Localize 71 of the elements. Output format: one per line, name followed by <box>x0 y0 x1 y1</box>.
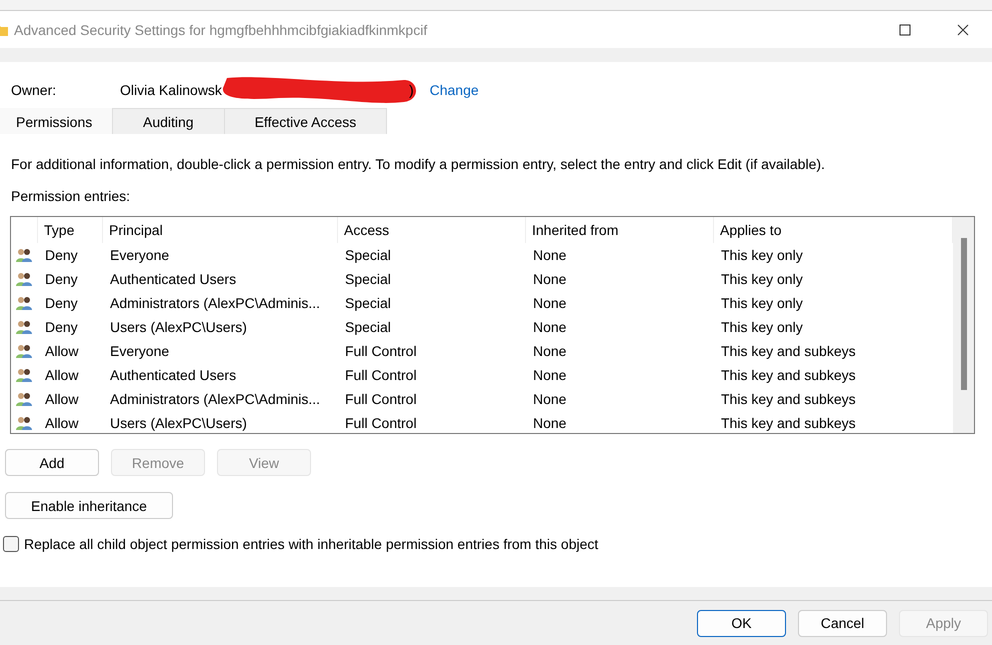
table-cell-text: Authenticated Users <box>109 271 238 287</box>
table-cell-text: Deny <box>44 271 79 287</box>
table-cell-text: Special <box>344 295 392 311</box>
users-icon <box>15 319 33 335</box>
table-cell-text: This key and subkeys <box>720 343 857 359</box>
owner-label: Owner: <box>11 82 58 98</box>
table-cell-text: Deny <box>44 247 79 263</box>
users-icon <box>15 343 33 359</box>
table-cell-text: This key only <box>720 247 804 263</box>
owner-name-end: ) <box>408 82 414 98</box>
entry-button[interactable]: Add <box>5 449 99 476</box>
column-header[interactable]: Type <box>38 217 103 243</box>
table-cell-text: None <box>532 415 568 431</box>
users-icon <box>15 391 33 407</box>
info-text: For additional information, double-click a permission entry. To modify a permission entry, select the entry and click Edit (if available). <box>11 156 826 172</box>
table-cell-text: This key and subkeys <box>720 367 857 383</box>
table-cell-text: Allow <box>44 415 80 431</box>
users-icon <box>15 415 33 431</box>
table-cell-text: Everyone <box>109 247 170 263</box>
column-header[interactable]: Access <box>338 217 526 243</box>
change-link[interactable]: Change <box>430 82 479 98</box>
table-cell-text: Deny <box>44 319 79 335</box>
table-cell-text: This key only <box>720 271 804 287</box>
checkbox-label: Replace all child object permission entries with inheritable permission entries from this object <box>24 536 598 552</box>
table-cell-text: Administrators (AlexPC\Adminis... <box>109 295 322 311</box>
users-icon <box>15 271 33 287</box>
table-cell-text: Allow <box>44 343 80 359</box>
table-cell-text: This key only <box>720 295 804 311</box>
table-cell-text: This key only <box>720 319 804 335</box>
table-cell-text: Administrators (AlexPC\Adminis... <box>109 391 322 407</box>
users-icon <box>15 247 33 263</box>
table-cell-text: Full Control <box>344 391 418 407</box>
table-cell-text: Authenticated Users <box>109 367 238 383</box>
users-icon <box>15 367 33 383</box>
table-cell-text: None <box>532 247 568 263</box>
dialog-button[interactable]: OK <box>697 610 786 636</box>
table-cell-text: Special <box>344 319 392 335</box>
checkbox[interactable] <box>3 536 19 552</box>
table-cell-text: Allow <box>44 367 80 383</box>
table-cell-text: None <box>532 367 568 383</box>
window-title: Advanced Security Settings for hgmgfbehhhmcibfgiakiadfkinmkpcif <box>14 22 428 38</box>
table-cell-text: None <box>532 271 568 287</box>
column-header[interactable]: Inherited from <box>526 217 714 243</box>
column-header[interactable]: Principal <box>103 217 338 243</box>
table-cell-text: Special <box>344 271 392 287</box>
table-cell-text: None <box>532 295 568 311</box>
maximize-icon <box>899 24 911 36</box>
enable-inheritance-button[interactable]: Enable inheritance <box>5 492 173 519</box>
table-cell-text: Allow <box>44 391 80 407</box>
scrollbar[interactable] <box>953 217 974 433</box>
table-cell-text: This key and subkeys <box>720 415 857 431</box>
table-cell-text: Full Control <box>344 367 418 383</box>
tab[interactable]: Auditing <box>112 108 225 134</box>
entries-label: Permission entries: <box>11 188 132 204</box>
table-cell-text: None <box>532 391 568 407</box>
owner-name: Olivia Kalinowsk <box>120 82 222 98</box>
table-cell-text: Special <box>344 247 392 263</box>
table-cell-text: Everyone <box>109 343 170 359</box>
dialog-button[interactable]: Cancel <box>798 610 887 636</box>
table-cell-text: This key and subkeys <box>720 391 857 407</box>
tab[interactable]: Effective Access <box>224 108 388 134</box>
table-cell-text: Deny <box>44 295 79 311</box>
tab[interactable]: Permissions <box>0 108 113 134</box>
table-cell-text: None <box>532 319 568 335</box>
users-icon <box>15 295 33 311</box>
table-cell-text: Users (AlexPC\Users) <box>109 319 248 335</box>
table-cell-text: None <box>532 343 568 359</box>
table-cell-text: Full Control <box>344 415 418 431</box>
table-cell-text: Users (AlexPC\Users) <box>109 415 248 431</box>
close-icon <box>957 24 969 36</box>
table-cell-text: Full Control <box>344 343 418 359</box>
